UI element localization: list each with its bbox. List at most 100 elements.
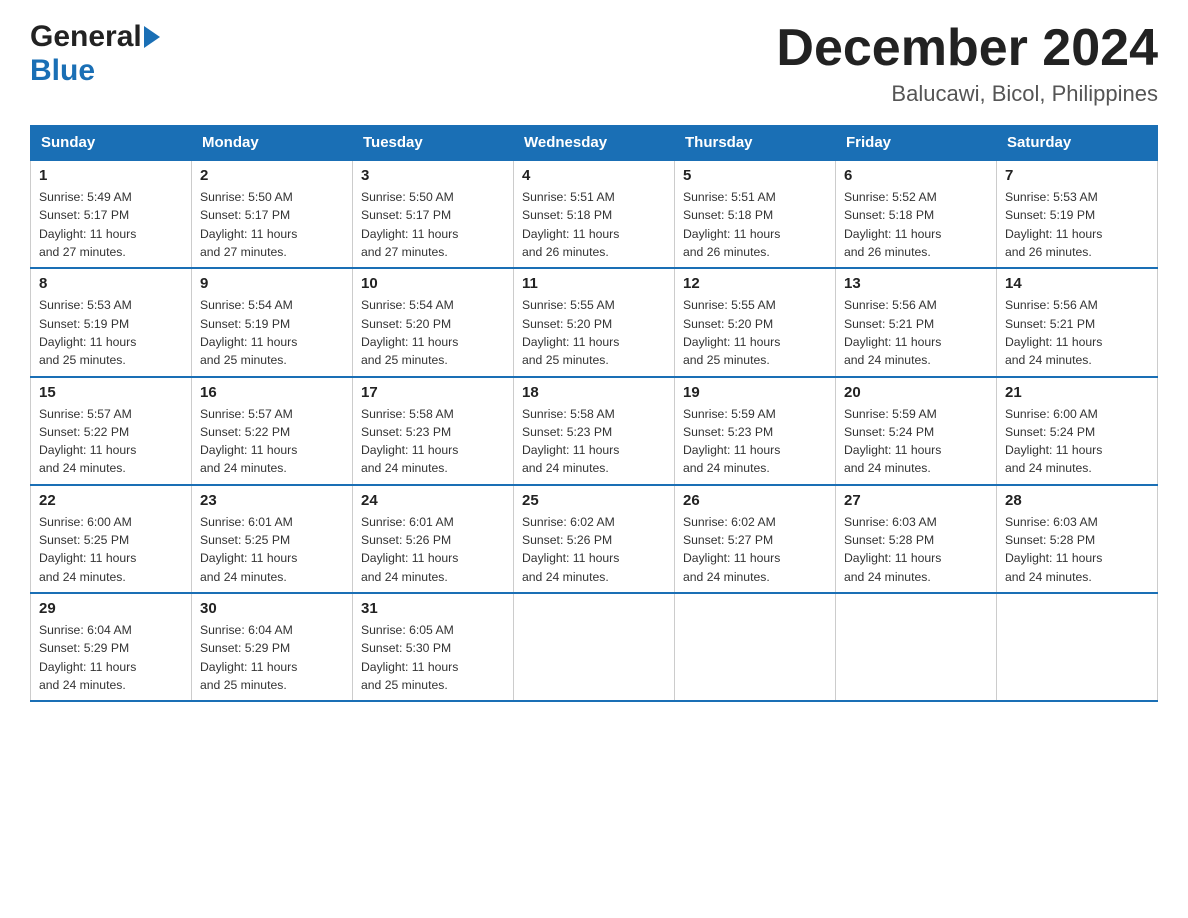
day-number: 2	[200, 167, 344, 184]
col-header-friday: Friday	[836, 126, 997, 161]
day-number: 3	[361, 167, 505, 184]
day-number: 22	[39, 492, 183, 509]
day-info: Sunrise: 5:49 AMSunset: 5:17 PMDaylight:…	[39, 188, 183, 261]
calendar-cell: 8Sunrise: 5:53 AMSunset: 5:19 PMDaylight…	[31, 268, 192, 376]
day-number: 25	[522, 492, 666, 509]
logo-blue-text: Blue	[30, 54, 95, 87]
calendar-cell: 29 Sunrise: 6:04 AMSunset: 5:29 PMDayligh…	[31, 593, 192, 701]
day-info: Sunrise: 5:55 AMSunset: 5:20 PMDaylight:…	[522, 296, 666, 369]
calendar-cell: 6Sunrise: 5:52 AMSunset: 5:18 PMDaylight…	[836, 160, 997, 268]
day-info: Sunrise: 5:52 AMSunset: 5:18 PMDaylight:…	[844, 188, 988, 261]
logo-general-text: General	[30, 20, 142, 54]
col-header-wednesday: Wednesday	[514, 126, 675, 161]
day-info: Sunrise: 5:55 AMSunset: 5:20 PMDaylight:…	[683, 296, 827, 369]
day-info: Sunrise: 5:56 AMSunset: 5:21 PMDaylight:…	[1005, 296, 1149, 369]
calendar-week-row-1: 1Sunrise: 5:49 AMSunset: 5:17 PMDaylight…	[31, 160, 1158, 268]
day-number: 4	[522, 167, 666, 184]
day-number: 12	[683, 275, 827, 292]
calendar-cell: 25 Sunrise: 6:02 AMSunset: 5:26 PMDayligh…	[514, 485, 675, 593]
calendar-cell: 19 Sunrise: 5:59 AMSunset: 5:23 PMDayligh…	[675, 377, 836, 485]
day-info: Sunrise: 6:00 AMSunset: 5:24 PMDaylight:…	[1005, 405, 1149, 478]
calendar-cell	[836, 593, 997, 701]
calendar-cell	[675, 593, 836, 701]
calendar-cell	[514, 593, 675, 701]
day-number: 21	[1005, 384, 1149, 401]
day-info: Sunrise: 5:57 AMSunset: 5:22 PMDaylight:…	[39, 405, 183, 478]
day-info: Sunrise: 6:01 AMSunset: 5:26 PMDaylight:…	[361, 513, 505, 586]
calendar-cell: 13Sunrise: 5:56 AMSunset: 5:21 PMDayligh…	[836, 268, 997, 376]
calendar-header-row: Sunday Monday Tuesday Wednesday Thursday…	[31, 126, 1158, 161]
day-info: Sunrise: 5:50 AMSunset: 5:17 PMDaylight:…	[361, 188, 505, 261]
day-number: 8	[39, 275, 183, 292]
calendar-cell: 31Sunrise: 6:05 AMSunset: 5:30 PMDayligh…	[353, 593, 514, 701]
calendar-cell: 22 Sunrise: 6:00 AMSunset: 5:25 PMDayligh…	[31, 485, 192, 593]
calendar-cell: 27 Sunrise: 6:03 AMSunset: 5:28 PMDayligh…	[836, 485, 997, 593]
day-info: Sunrise: 5:51 AMSunset: 5:18 PMDaylight:…	[683, 188, 827, 261]
day-info: Sunrise: 5:58 AMSunset: 5:23 PMDaylight:…	[522, 405, 666, 478]
col-header-thursday: Thursday	[675, 126, 836, 161]
day-info: Sunrise: 6:02 AMSunset: 5:26 PMDaylight:…	[522, 513, 666, 586]
day-number: 30	[200, 600, 344, 617]
day-number: 31	[361, 600, 505, 617]
calendar-cell: 16Sunrise: 5:57 AMSunset: 5:22 PMDayligh…	[192, 377, 353, 485]
day-info: Sunrise: 5:50 AMSunset: 5:17 PMDaylight:…	[200, 188, 344, 261]
day-info: Sunrise: 5:59 AMSunset: 5:23 PMDaylight:…	[683, 405, 827, 478]
day-info: Sunrise: 6:01 AMSunset: 5:25 PMDaylight:…	[200, 513, 344, 586]
calendar-table: Sunday Monday Tuesday Wednesday Thursday…	[30, 125, 1158, 702]
day-number: 10	[361, 275, 505, 292]
day-number: 14	[1005, 275, 1149, 292]
page-title: December 2024	[776, 20, 1158, 77]
calendar-cell	[997, 593, 1158, 701]
calendar-cell: 24 Sunrise: 6:01 AMSunset: 5:26 PMDayligh…	[353, 485, 514, 593]
calendar-cell: 18Sunrise: 5:58 AMSunset: 5:23 PMDayligh…	[514, 377, 675, 485]
day-info: Sunrise: 6:02 AMSunset: 5:27 PMDaylight:…	[683, 513, 827, 586]
day-info: Sunrise: 6:04 AMSunset: 5:29 PMDaylight:…	[39, 621, 183, 694]
calendar-cell: 9 Sunrise: 5:54 AMSunset: 5:19 PMDaylight…	[192, 268, 353, 376]
day-info: Sunrise: 5:58 AMSunset: 5:23 PMDaylight:…	[361, 405, 505, 478]
day-number: 9	[200, 275, 344, 292]
calendar-cell: 23 Sunrise: 6:01 AMSunset: 5:25 PMDayligh…	[192, 485, 353, 593]
day-number: 28	[1005, 492, 1149, 509]
day-number: 26	[683, 492, 827, 509]
col-header-monday: Monday	[192, 126, 353, 161]
day-info: Sunrise: 6:00 AMSunset: 5:25 PMDaylight:…	[39, 513, 183, 586]
day-info: Sunrise: 5:56 AMSunset: 5:21 PMDaylight:…	[844, 296, 988, 369]
calendar-week-row-3: 15 Sunrise: 5:57 AMSunset: 5:22 PMDayligh…	[31, 377, 1158, 485]
day-number: 24	[361, 492, 505, 509]
calendar-cell: 14 Sunrise: 5:56 AMSunset: 5:21 PMDayligh…	[997, 268, 1158, 376]
day-number: 23	[200, 492, 344, 509]
calendar-week-row-5: 29 Sunrise: 6:04 AMSunset: 5:29 PMDayligh…	[31, 593, 1158, 701]
day-info: Sunrise: 6:03 AMSunset: 5:28 PMDaylight:…	[844, 513, 988, 586]
calendar-week-row-4: 22 Sunrise: 6:00 AMSunset: 5:25 PMDayligh…	[31, 485, 1158, 593]
page-header: General Blue December 2024 Balucawi, Bic…	[30, 20, 1158, 107]
day-info: Sunrise: 5:54 AMSunset: 5:19 PMDaylight:…	[200, 296, 344, 369]
day-number: 29	[39, 600, 183, 617]
calendar-cell: 21 Sunrise: 6:00 AMSunset: 5:24 PMDayligh…	[997, 377, 1158, 485]
col-header-saturday: Saturday	[997, 126, 1158, 161]
calendar-cell: 28 Sunrise: 6:03 AMSunset: 5:28 PMDayligh…	[997, 485, 1158, 593]
calendar-cell: 15 Sunrise: 5:57 AMSunset: 5:22 PMDayligh…	[31, 377, 192, 485]
calendar-cell: 10 Sunrise: 5:54 AMSunset: 5:20 PMDayligh…	[353, 268, 514, 376]
day-number: 19	[683, 384, 827, 401]
calendar-cell: 26 Sunrise: 6:02 AMSunset: 5:27 PMDayligh…	[675, 485, 836, 593]
calendar-cell: 3 Sunrise: 5:50 AMSunset: 5:17 PMDaylight…	[353, 160, 514, 268]
day-info: Sunrise: 5:51 AMSunset: 5:18 PMDaylight:…	[522, 188, 666, 261]
calendar-cell: 5Sunrise: 5:51 AMSunset: 5:18 PMDaylight…	[675, 160, 836, 268]
day-info: Sunrise: 5:53 AMSunset: 5:19 PMDaylight:…	[1005, 188, 1149, 261]
day-number: 17	[361, 384, 505, 401]
calendar-cell: 7Sunrise: 5:53 AMSunset: 5:19 PMDaylight…	[997, 160, 1158, 268]
logo-triangle-icon	[144, 26, 160, 48]
title-block: December 2024 Balucawi, Bicol, Philippin…	[776, 20, 1158, 107]
day-info: Sunrise: 5:59 AMSunset: 5:24 PMDaylight:…	[844, 405, 988, 478]
day-number: 15	[39, 384, 183, 401]
day-info: Sunrise: 6:03 AMSunset: 5:28 PMDaylight:…	[1005, 513, 1149, 586]
day-number: 20	[844, 384, 988, 401]
calendar-cell: 11 Sunrise: 5:55 AMSunset: 5:20 PMDayligh…	[514, 268, 675, 376]
day-info: Sunrise: 5:54 AMSunset: 5:20 PMDaylight:…	[361, 296, 505, 369]
calendar-cell: 12 Sunrise: 5:55 AMSunset: 5:20 PMDayligh…	[675, 268, 836, 376]
day-number: 27	[844, 492, 988, 509]
day-number: 11	[522, 275, 666, 292]
page-subtitle: Balucawi, Bicol, Philippines	[776, 81, 1158, 107]
logo: General Blue	[30, 20, 162, 88]
calendar-cell: 30Sunrise: 6:04 AMSunset: 5:29 PMDayligh…	[192, 593, 353, 701]
